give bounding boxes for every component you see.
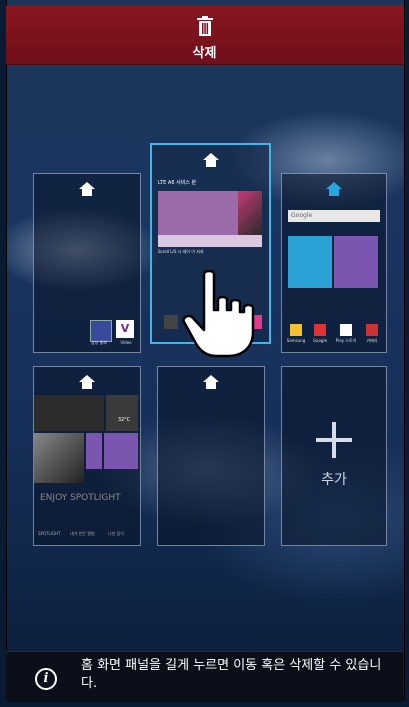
app-icon [90,320,112,342]
hand-pointer-icon [182,270,255,358]
home-icon [79,375,95,389]
weather-widget [106,395,138,431]
app-icon [290,324,302,336]
hint-text: 홈 화면 패널을 길게 누르면 이동 혹은 삭제할 수 있습니다. [81,658,382,691]
add-panel-label: 추가 [321,472,347,488]
weather-widget [288,236,332,288]
home-panel-4[interactable]: 32°C ENJOY SPOTLIGHT SPOTLIGHT 내가 만든 앨범 … [33,366,141,546]
spotlight-tab: 나만 음악 [108,531,124,536]
home-panel-3[interactable]: Google Samsung Google Play 스토어 카메라 [281,173,387,353]
tile [104,433,138,469]
spotlight-tab: SPOTLIGHT [38,531,61,536]
album-art [238,191,262,235]
app-icon [340,324,352,336]
clock-widget [34,395,104,431]
add-panel-button[interactable]: 추가 [281,366,387,546]
app-label: Samsung [286,338,306,343]
home-panel-5[interactable] [157,366,265,546]
camera-app-icon [366,324,378,336]
music-widget [158,191,238,235]
tile [86,433,102,469]
home-icon [203,375,219,389]
plus-icon [316,422,352,458]
music-widget [334,236,378,288]
widget-note: Scroll L/S 시 데이 이 서지 [158,249,204,254]
status-label: LTE A6 서비스 분 [158,180,197,186]
app-label: Google [312,338,328,343]
home-panel-1[interactable]: V 삼성 통화 Video [33,173,141,353]
spotlight-title: ENJOY SPOTLIGHT [40,493,121,503]
spotlight-tab: 내가 만든 앨범 [70,531,95,536]
delete-label: 삭제 [192,46,217,61]
weather-temp: 32°C [117,417,131,423]
app-label: Play 스토어 [335,338,357,343]
video-app-icon: V [116,320,134,338]
hint-bar: i 홈 화면 패널을 길게 누르면 이동 혹은 삭제할 수 있습니다. [6,651,403,702]
album-art [34,433,84,483]
app-label: 삼성 통화 [91,340,107,345]
home-icon [326,182,342,196]
delete-drop-bar[interactable]: 삭제 [6,6,403,65]
home-icon [79,182,95,196]
home-icon [202,153,219,167]
trash-icon [197,16,213,36]
app-icon [164,315,178,329]
info-icon: i [35,668,57,690]
app-label: Video [120,340,132,345]
google-search-bar: Google [288,210,380,222]
app-icon [314,324,326,336]
player-controls [158,235,262,247]
app-label: 카메라 [366,338,378,343]
